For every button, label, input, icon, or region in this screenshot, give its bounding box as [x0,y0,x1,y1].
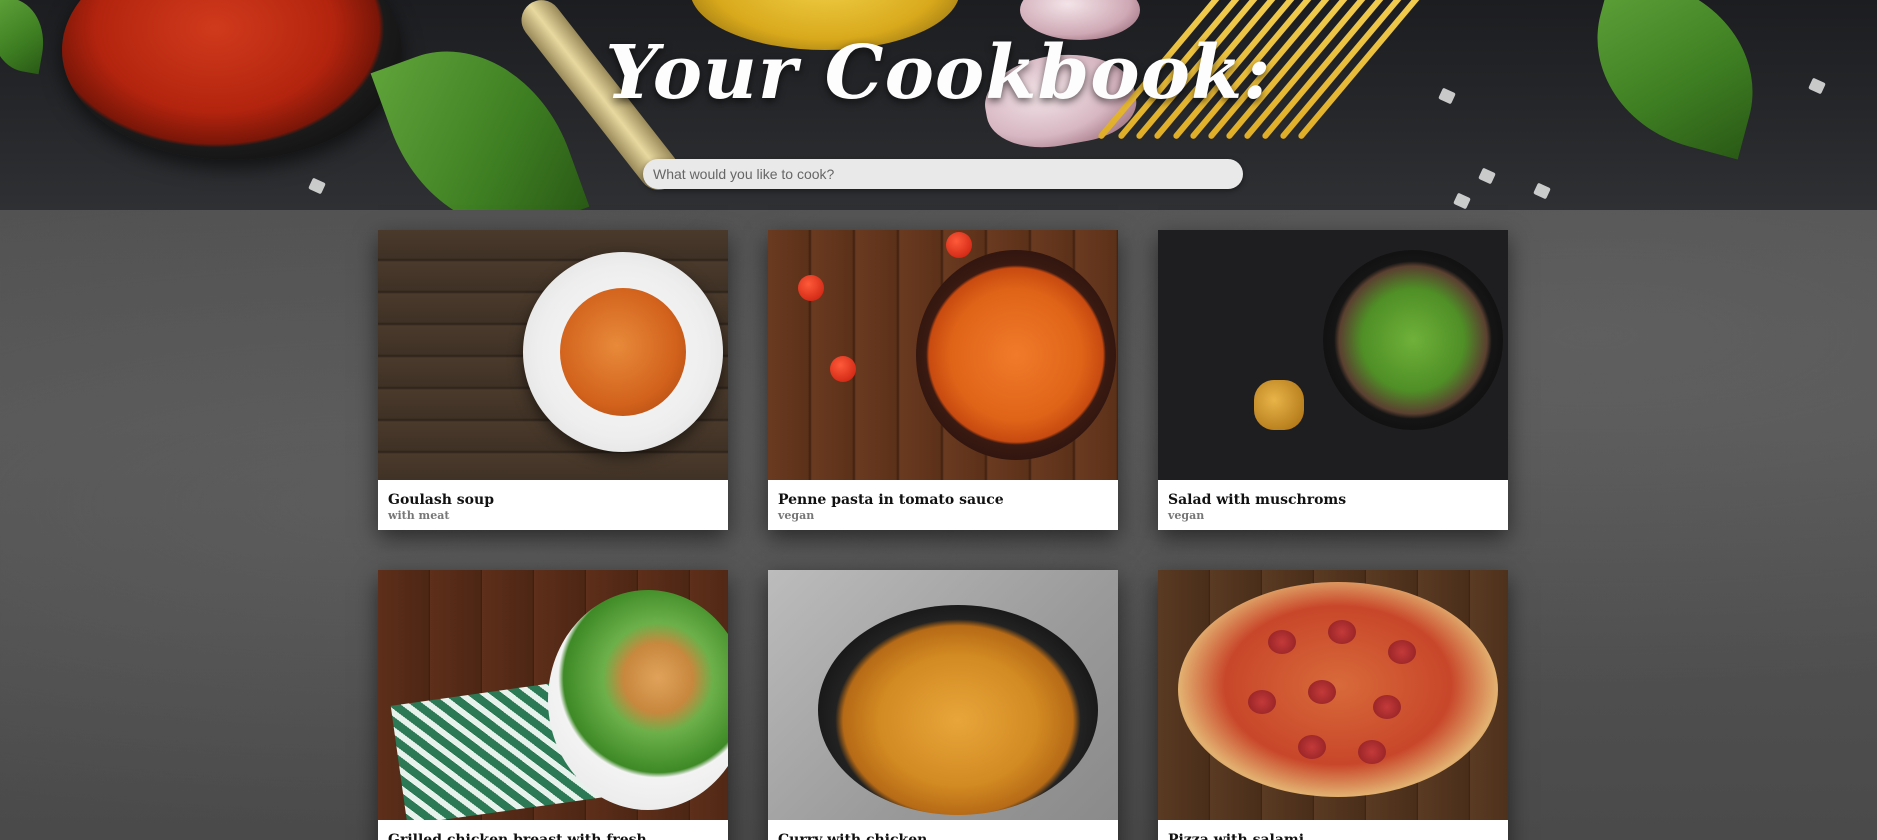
chicken-curry-photo [768,570,1118,820]
penne-pasta-photo [768,230,1118,480]
grilled-chicken-photo [378,570,728,820]
card-caption: Goulash soup with meat [378,480,728,530]
recipe-title: Goulash soup [388,492,494,508]
card-caption: Penne pasta in tomato sauce vegan [768,480,1118,530]
salad-mushrooms-photo [1158,230,1508,480]
salt-crystal [1478,167,1496,185]
salt-crystal [308,177,326,195]
recipe-grid: Goulash soup with meat Penne pasta in to… [378,230,1508,840]
recipe-subtitle: vegan [778,509,815,522]
salami-pizza-photo [1158,570,1508,820]
recipe-card[interactable]: Salad with muschroms vegan [1158,230,1508,530]
recipe-title: Salad with muschroms [1168,492,1347,508]
card-caption: Grilled chicken breast with fresh vegeta… [378,820,728,840]
card-caption: Pizza with salami [1158,820,1508,840]
hero-banner: Your Cookbook: [0,0,1877,210]
recipe-card[interactable]: Curry with chicken [768,570,1118,840]
page-title: Your Cookbook: [605,30,1272,116]
recipe-title: Grilled chicken breast with fresh vegeta… [388,832,647,840]
card-caption: Salad with muschroms vegan [1158,480,1508,530]
card-caption: Curry with chicken [768,820,1118,840]
recipe-title: Penne pasta in tomato sauce [778,492,1004,508]
salt-crystal [1533,182,1551,200]
search-bar[interactable] [643,159,1243,189]
goulash-soup-photo [378,230,728,480]
recipe-title: Pizza with salami [1168,832,1305,840]
search-input[interactable] [643,159,1243,189]
recipe-subtitle: with meat [388,509,450,522]
recipe-card[interactable]: Penne pasta in tomato sauce vegan [768,230,1118,530]
recipe-title: Curry with chicken [778,832,928,840]
recipe-card[interactable]: Grilled chicken breast with fresh vegeta… [378,570,728,840]
salt-crystal [1453,192,1471,210]
recipe-subtitle: vegan [1168,509,1205,522]
recipe-card[interactable]: Pizza with salami [1158,570,1508,840]
recipe-card[interactable]: Goulash soup with meat [378,230,728,530]
